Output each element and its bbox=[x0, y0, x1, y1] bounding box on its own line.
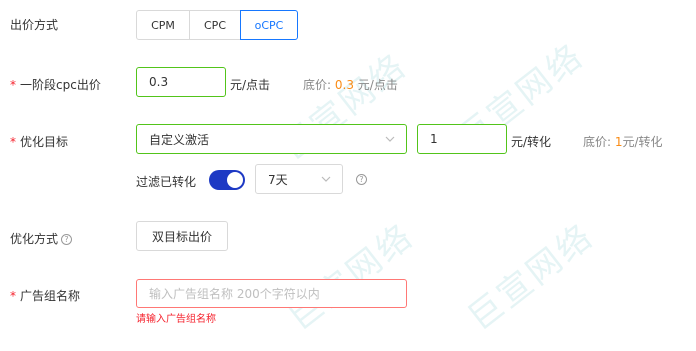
conversion-bid-input[interactable]: 1 bbox=[417, 124, 507, 154]
conversion-floor-price: 底价: 1元/转化 bbox=[583, 135, 663, 149]
optimization-method-label: 优化方式? bbox=[10, 230, 73, 247]
first-stage-bid-unit: 元/点击 bbox=[230, 78, 271, 92]
first-stage-floor-price: 底价: 0.3 元/点击 bbox=[303, 78, 398, 92]
optimization-goal-label: * 优化目标 bbox=[10, 135, 69, 149]
help-icon[interactable]: ? bbox=[61, 234, 73, 245]
first-stage-bid-label: * 一阶段cpc出价 bbox=[10, 78, 101, 92]
dual-target-bid-button[interactable]: 双目标出价 bbox=[136, 221, 228, 251]
bid-method-label: 出价方式 bbox=[10, 18, 59, 32]
bid-method-cpc[interactable]: CPC bbox=[189, 10, 241, 40]
bid-method-cpm[interactable]: CPM bbox=[136, 10, 190, 40]
filter-converted-toggle[interactable] bbox=[209, 170, 245, 190]
ad-group-name-label: * 广告组名称 bbox=[10, 289, 81, 303]
chevron-down-icon bbox=[321, 176, 331, 182]
conversion-bid-unit: 元/转化 bbox=[511, 135, 552, 149]
period-select[interactable]: 7天 bbox=[255, 164, 343, 194]
required-mark: * bbox=[10, 289, 16, 303]
help-icon[interactable]: ? bbox=[356, 174, 367, 185]
bid-method-segmented: CPM CPC oCPC bbox=[136, 10, 298, 40]
bid-method-ocpc[interactable]: oCPC bbox=[240, 10, 298, 40]
ad-group-name-input[interactable]: 输入广告组名称 200个字符以内 bbox=[136, 279, 407, 308]
watermark: 巨宣网络 bbox=[280, 215, 422, 339]
watermark: 巨宣网络 bbox=[460, 215, 602, 339]
first-stage-bid-input[interactable]: 0.3 bbox=[136, 67, 226, 97]
required-mark: * bbox=[10, 78, 16, 92]
chevron-down-icon bbox=[385, 136, 395, 142]
ad-group-name-error: 请输入广告组名称 bbox=[136, 314, 216, 325]
required-mark: * bbox=[10, 135, 16, 149]
toggle-knob bbox=[227, 172, 243, 188]
ad-group-name-placeholder: 输入广告组名称 200个字符以内 bbox=[149, 287, 320, 301]
optimization-goal-select[interactable]: 自定义激活 bbox=[136, 124, 407, 154]
filter-converted-label: 过滤已转化 bbox=[136, 175, 197, 189]
